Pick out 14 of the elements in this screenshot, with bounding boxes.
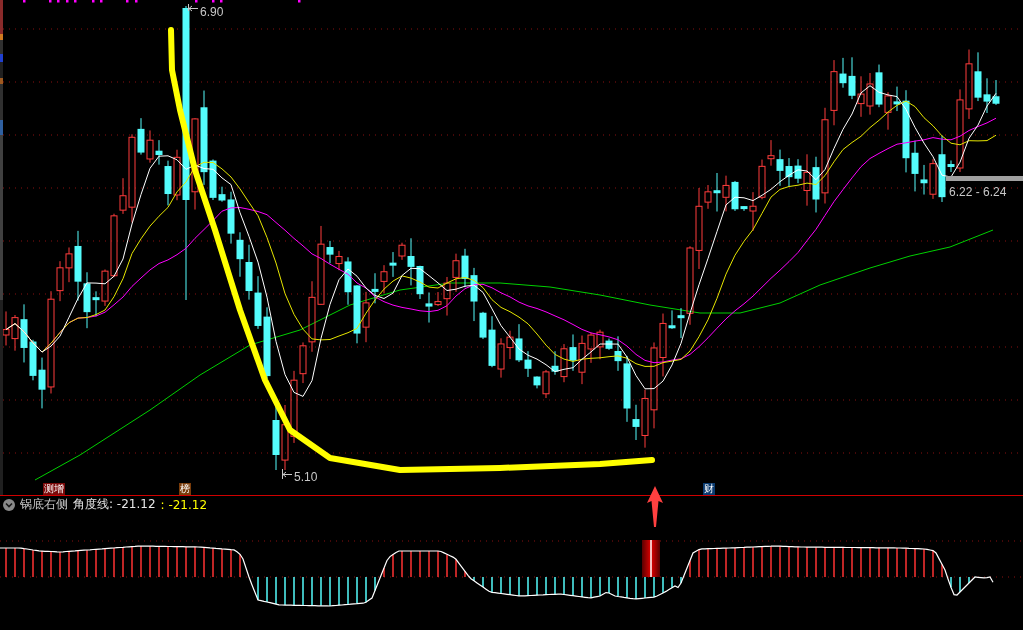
highlight-bar <box>642 539 660 578</box>
leader-arrow <box>282 468 293 480</box>
price-label: 6.22 - 6.24 <box>949 185 1007 199</box>
leader-arrow <box>188 3 199 12</box>
up-arrow-icon <box>645 484 665 529</box>
indicator-reading: : -21.12 <box>160 497 208 512</box>
price-label: 6.90 <box>200 5 224 19</box>
event-marker[interactable]: 财 <box>703 483 715 495</box>
event-marker[interactable]: 测增 <box>43 483 65 495</box>
collapse-icon[interactable] <box>3 498 15 511</box>
event-marker[interactable]: 榜 <box>179 483 191 495</box>
price-label: 5.10 <box>294 470 318 484</box>
indicator-reading: 角度线: -21.12 <box>73 496 156 513</box>
indicator-name: 锅底右侧 <box>20 496 68 513</box>
